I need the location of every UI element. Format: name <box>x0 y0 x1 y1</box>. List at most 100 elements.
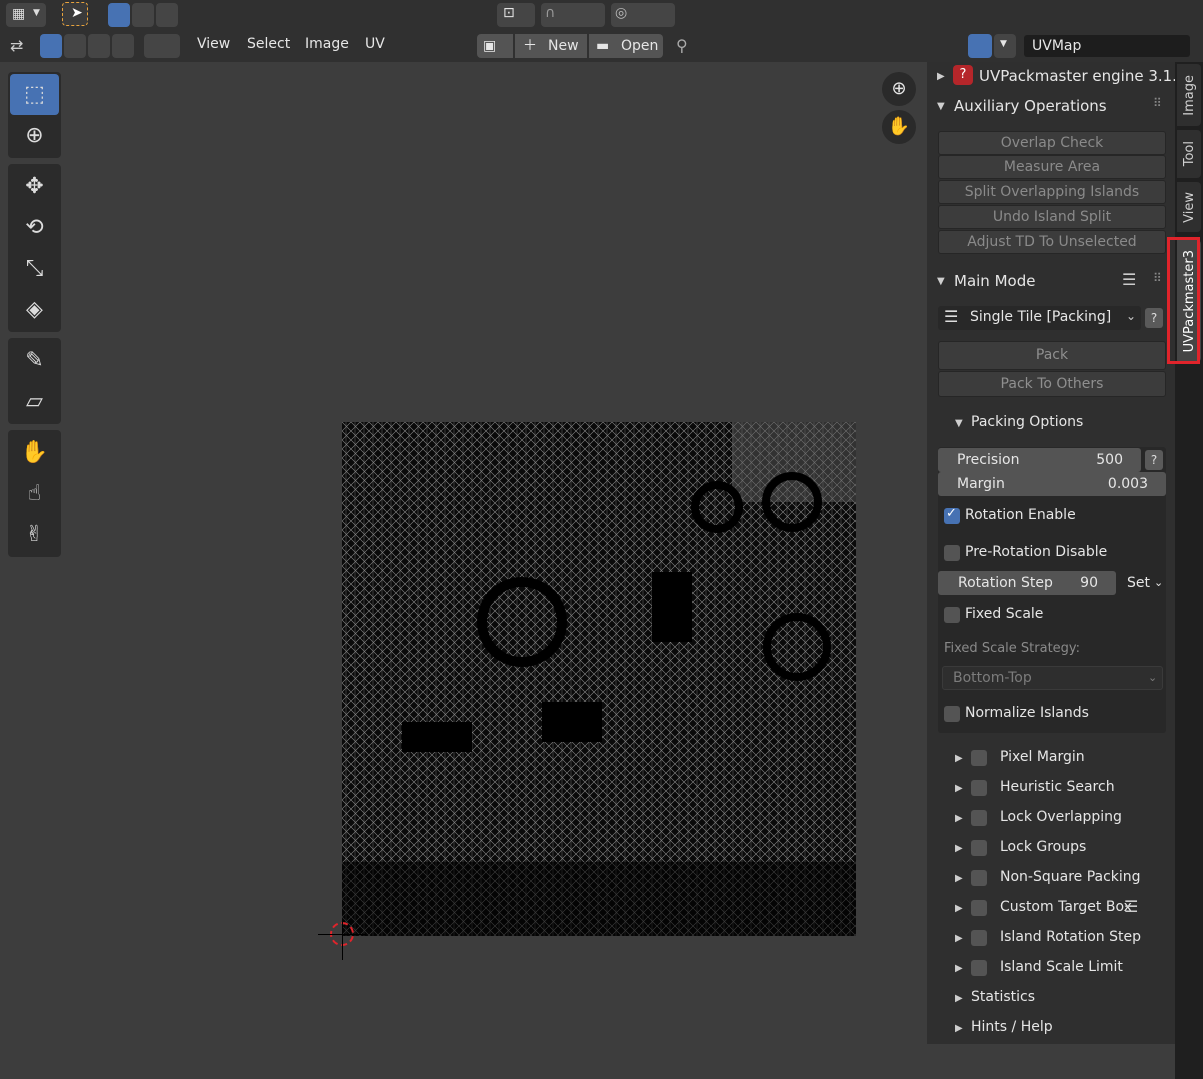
editor-type-button[interactable]: ▦ ▼ <box>6 3 46 27</box>
drag-handle-icon[interactable]: ⠿ <box>1153 271 1162 285</box>
pan-hand-icon[interactable]: ✋ <box>882 110 916 144</box>
collapse-arrow-icon[interactable]: ▶ <box>955 993 963 1004</box>
uv-overlay-toggle[interactable] <box>968 34 992 58</box>
split-overlapping-button[interactable]: Split Overlapping Islands <box>938 180 1166 204</box>
collapse-arrow-icon[interactable]: ▶ <box>955 933 963 944</box>
uvmap-field[interactable]: UVMap <box>1024 35 1190 57</box>
main-mode-title[interactable]: Main Mode <box>954 272 1035 290</box>
rotate-icon[interactable]: ⟲ <box>10 207 59 248</box>
help-icon[interactable]: ? <box>1145 450 1163 470</box>
island-rotation-step-checkbox[interactable] <box>971 930 987 946</box>
fixed-scale-checkbox[interactable] <box>944 607 960 623</box>
image-browse-button[interactable]: ▣ <box>477 34 513 58</box>
collapse-arrow-icon[interactable]: ▶ <box>955 753 963 764</box>
tab-image[interactable]: Image <box>1177 64 1201 126</box>
zoom-icon[interactable]: ⊕ <box>882 72 916 106</box>
list-icon[interactable]: ☰ <box>1122 270 1136 289</box>
subpanel-hints-help[interactable]: Hints / Help <box>971 1019 1053 1035</box>
pixel-margin-checkbox[interactable] <box>971 750 987 766</box>
aux-ops-title[interactable]: Auxiliary Operations <box>954 97 1107 115</box>
expand-arrow-icon[interactable]: ▼ <box>955 418 963 429</box>
open-image-button[interactable]: ▬ Open <box>589 34 663 58</box>
face-mode-button[interactable] <box>88 34 110 58</box>
sync-selection-icon[interactable]: ⇄ <box>10 36 23 55</box>
menu-view[interactable]: View <box>197 36 230 52</box>
rotation-enable-checkbox[interactable]: ✓ <box>944 506 960 524</box>
pack-to-others-button[interactable]: Pack To Others <box>938 371 1166 397</box>
drag-handle-icon[interactable]: ⠿ <box>1153 96 1162 110</box>
tab-view[interactable]: View <box>1177 182 1201 232</box>
expand-arrow-icon[interactable]: ▼ <box>937 101 945 112</box>
menu-uv[interactable]: UV <box>365 36 385 52</box>
proportional-edit-button[interactable]: ◎ <box>611 3 675 27</box>
tab-tool[interactable]: Tool <box>1177 130 1201 178</box>
overlap-check-button[interactable]: Overlap Check <box>938 131 1166 155</box>
subpanel-non-square-packing[interactable]: Non-Square Packing <box>1000 869 1141 885</box>
lock-overlapping-checkbox[interactable] <box>971 810 987 826</box>
vertex-mode-button[interactable] <box>40 34 62 58</box>
island-scale-limit-checkbox[interactable] <box>971 960 987 976</box>
custom-target-box-checkbox[interactable] <box>971 900 987 916</box>
undo-island-split-button[interactable]: Undo Island Split <box>938 205 1166 229</box>
subpanel-pixel-margin[interactable]: Pixel Margin <box>1000 749 1085 765</box>
fixed-scale-strategy-dropdown[interactable]: Bottom-Top ⌄ <box>942 666 1163 690</box>
menu-image[interactable]: Image <box>305 36 349 52</box>
measure-area-button[interactable]: Measure Area <box>938 155 1166 179</box>
heuristic-search-checkbox[interactable] <box>971 780 987 796</box>
collapse-arrow-icon[interactable]: ▶ <box>955 1023 963 1034</box>
pinch-icon[interactable]: ✌ <box>10 514 59 555</box>
expand-arrow-icon[interactable]: ▼ <box>937 276 945 287</box>
scale-icon[interactable]: ⤡ <box>10 248 59 289</box>
move-icon[interactable]: ✥ <box>10 166 59 207</box>
collapse-arrow-icon[interactable]: ▶ <box>937 71 945 82</box>
select-extend-button[interactable] <box>132 3 154 27</box>
island-mode-button[interactable] <box>112 34 134 58</box>
edge-mode-button[interactable] <box>64 34 86 58</box>
select-subtract-button[interactable] <box>156 3 178 27</box>
collapse-arrow-icon[interactable]: ▶ <box>955 963 963 974</box>
select-mode-button[interactable]: ➤ <box>62 2 88 26</box>
cursor-icon[interactable]: ⊕ <box>10 115 59 156</box>
transform-icon[interactable]: ◈ <box>10 289 59 330</box>
mode-dropdown[interactable]: ☰ Single Tile [Packing] ⌄ <box>938 306 1141 330</box>
new-image-button[interactable]: ＋ New <box>515 34 587 58</box>
collapse-arrow-icon[interactable]: ▶ <box>955 843 963 854</box>
pivot-point-button[interactable]: ⊡ <box>497 3 535 27</box>
annotate-icon[interactable]: ✎ <box>10 340 59 381</box>
grab-icon[interactable]: ✋ <box>10 432 59 473</box>
uv-layout[interactable] <box>342 422 856 936</box>
sticky-selection-button[interactable] <box>144 34 180 58</box>
lock-groups-checkbox[interactable] <box>971 840 987 856</box>
relax-icon[interactable]: ☝ <box>10 473 59 514</box>
set-dropdown[interactable]: Set ⌄ <box>1118 571 1166 595</box>
list-icon[interactable]: ☰ <box>1124 897 1138 916</box>
help-icon[interactable]: ? <box>1145 308 1163 328</box>
snapping-button[interactable]: ∩ <box>541 3 605 27</box>
uv-overlay-dropdown[interactable]: ▼ <box>994 34 1016 58</box>
subpanel-custom-target-box[interactable]: Custom Target Box <box>1000 899 1132 915</box>
rip-region-icon[interactable]: ▱ <box>10 381 59 422</box>
normalize-islands-checkbox[interactable] <box>944 706 960 722</box>
rotation-step-field[interactable]: Rotation Step 90 <box>938 571 1116 595</box>
margin-field[interactable]: Margin 0.003 <box>938 472 1166 496</box>
subpanel-statistics[interactable]: Statistics <box>971 989 1035 1005</box>
packing-options-title[interactable]: Packing Options <box>971 414 1083 430</box>
select-box-icon[interactable]: ⬚ <box>10 74 59 115</box>
non-square-packing-checkbox[interactable] <box>971 870 987 886</box>
pre-rotation-checkbox[interactable] <box>944 545 960 561</box>
precision-field[interactable]: Precision 500 <box>938 448 1141 472</box>
adjust-td-button[interactable]: Adjust TD To Unselected <box>938 230 1166 254</box>
subpanel-lock-overlapping[interactable]: Lock Overlapping <box>1000 809 1122 825</box>
subpanel-lock-groups[interactable]: Lock Groups <box>1000 839 1086 855</box>
select-new-button[interactable] <box>108 3 130 27</box>
subpanel-island-scale-limit[interactable]: Island Scale Limit <box>1000 959 1123 975</box>
pack-button[interactable]: Pack <box>938 341 1166 370</box>
pin-icon[interactable]: ⚲ <box>676 36 688 55</box>
collapse-arrow-icon[interactable]: ▶ <box>955 873 963 884</box>
subpanel-island-rotation-step[interactable]: Island Rotation Step <box>1000 929 1141 945</box>
collapse-arrow-icon[interactable]: ▶ <box>955 783 963 794</box>
subpanel-heuristic-search[interactable]: Heuristic Search <box>1000 779 1115 795</box>
menu-select[interactable]: Select <box>247 36 290 52</box>
collapse-arrow-icon[interactable]: ▶ <box>955 813 963 824</box>
collapse-arrow-icon[interactable]: ▶ <box>955 903 963 914</box>
